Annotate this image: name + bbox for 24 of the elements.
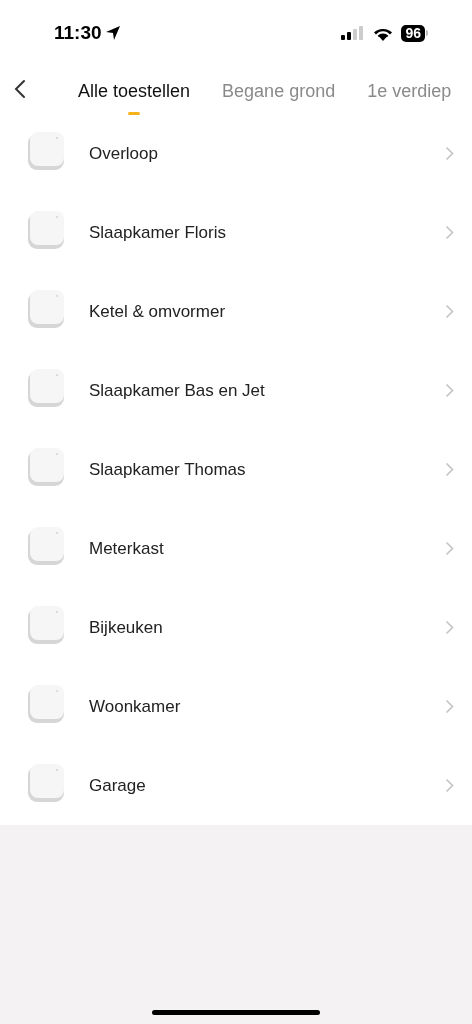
chevron-right-icon	[445, 304, 454, 319]
device-name: Woonkamer	[89, 695, 182, 718]
status-time: 11:30	[54, 20, 102, 45]
battery-level: 96	[401, 24, 425, 42]
selected-tab-indicator	[128, 112, 141, 115]
device-name: Overloop	[89, 142, 159, 165]
chevron-right-icon	[445, 541, 454, 556]
chevron-right-icon	[445, 620, 454, 635]
device-name: Garage	[89, 774, 147, 797]
chevron-right-icon	[445, 462, 454, 477]
location-arrow-icon	[104, 25, 121, 41]
device-name: Bijkeuken	[89, 616, 164, 639]
device-name: Slaapkamer Floris	[89, 221, 227, 244]
chevron-right-icon	[445, 699, 454, 714]
device-name: Slaapkamer Thomas	[89, 458, 247, 481]
device-name: Slaapkamer Bas en Jet	[89, 379, 266, 402]
device-name: Meterkast	[89, 537, 165, 560]
back-icon[interactable]	[14, 79, 26, 99]
device-name: Ketel & omvormer	[89, 300, 227, 323]
cellular-signal-icon	[341, 26, 366, 40]
chevron-right-icon	[445, 778, 454, 793]
chevron-right-icon	[445, 383, 454, 398]
chevron-right-icon	[445, 225, 454, 240]
chevron-right-icon	[445, 146, 454, 161]
